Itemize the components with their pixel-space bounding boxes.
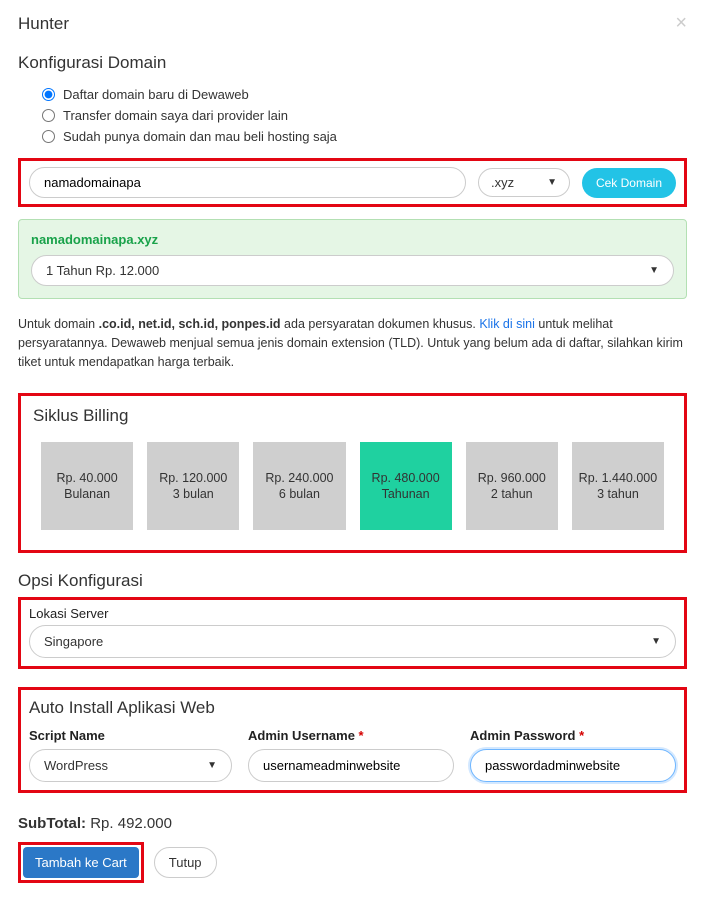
note-bold: .co.id, net.id, sch.id, ponpes.id	[99, 317, 281, 331]
domain-radio-group: Daftar domain baru di Dewaweb Transfer d…	[18, 87, 687, 144]
chevron-down-icon: ▼	[547, 177, 557, 188]
admin-password-label: Admin Password *	[470, 728, 676, 743]
cycle-monthly[interactable]: Rp. 40.000 Bulanan	[41, 442, 133, 530]
domain-name-input[interactable]	[29, 167, 466, 198]
auto-install-heading: Auto Install Aplikasi Web	[29, 698, 676, 718]
radio-label: Transfer domain saya dari provider lain	[63, 108, 288, 123]
cycle-period: 3 tahun	[597, 487, 639, 501]
admin-username-input[interactable]	[248, 749, 454, 782]
footer-actions: Tambah ke Cart Tutup	[18, 842, 687, 883]
domain-search-row-highlight: .xyz ▼ Cek Domain	[18, 158, 687, 207]
close-icon[interactable]: ×	[675, 12, 687, 35]
domain-period-select[interactable]: 1 Tahun Rp. 12.000 ▼	[31, 255, 674, 286]
auto-install-highlight: Auto Install Aplikasi Web Script Name Wo…	[18, 687, 687, 793]
radio-label: Sudah punya domain dan mau beli hosting …	[63, 129, 337, 144]
auto-install-row: Script Name WordPress ▼ Admin Username *…	[29, 728, 676, 782]
cycle-price: Rp. 120.000	[159, 471, 227, 485]
required-star: *	[359, 728, 364, 743]
domain-result-box: namadomainapa.xyz 1 Tahun Rp. 12.000 ▼	[18, 219, 687, 299]
admin-password-input[interactable]	[470, 749, 676, 782]
opsi-heading: Opsi Konfigurasi	[18, 571, 687, 591]
server-location-highlight: Lokasi Server Singapore ▼	[18, 597, 687, 669]
subtotal-value: Rp. 492.000	[90, 815, 172, 832]
cycle-price: Rp. 240.000	[265, 471, 333, 485]
cycle-price: Rp. 960.000	[478, 471, 546, 485]
billing-heading: Siklus Billing	[33, 406, 672, 426]
server-location-label: Lokasi Server	[29, 606, 676, 621]
script-name-select[interactable]: WordPress ▼	[29, 749, 232, 782]
checkout-modal: Hunter × Konfigurasi Domain Daftar domai…	[0, 0, 705, 901]
script-name-value: WordPress	[44, 758, 108, 773]
radio-register-new[interactable]: Daftar domain baru di Dewaweb	[42, 87, 687, 102]
subtotal-label: SubTotal:	[18, 815, 86, 832]
username-col: Admin Username *	[248, 728, 454, 782]
domain-result-name: namadomainapa.xyz	[31, 232, 674, 247]
script-col: Script Name WordPress ▼	[29, 728, 232, 782]
chevron-down-icon: ▼	[649, 265, 659, 276]
server-location-select[interactable]: Singapore ▼	[29, 625, 676, 658]
subtotal-row: SubTotal: Rp. 492.000	[18, 815, 687, 832]
cycle-price: Rp. 40.000	[57, 471, 118, 485]
modal-header: Hunter ×	[18, 12, 687, 35]
close-button[interactable]: Tutup	[154, 847, 217, 878]
cycle-6mo[interactable]: Rp. 240.000 6 bulan	[253, 442, 345, 530]
admin-username-label: Admin Username *	[248, 728, 454, 743]
chevron-down-icon: ▼	[651, 636, 661, 647]
radio-register-new-input[interactable]	[42, 88, 55, 101]
modal-title: Hunter	[18, 14, 69, 34]
server-location-value: Singapore	[44, 634, 103, 649]
cycle-2yr[interactable]: Rp. 960.000 2 tahun	[466, 442, 558, 530]
password-col: Admin Password *	[470, 728, 676, 782]
domain-search-row: .xyz ▼ Cek Domain	[29, 167, 676, 198]
domain-note: Untuk domain .co.id, net.id, sch.id, pon…	[18, 315, 687, 371]
script-name-label: Script Name	[29, 728, 232, 743]
note-text: Untuk domain	[18, 317, 99, 331]
chevron-down-icon: ▼	[207, 760, 217, 771]
radio-existing[interactable]: Sudah punya domain dan mau beli hosting …	[42, 129, 687, 144]
check-domain-button[interactable]: Cek Domain	[582, 168, 676, 198]
cycle-3yr[interactable]: Rp. 1.440.000 3 tahun	[572, 442, 664, 530]
radio-existing-input[interactable]	[42, 130, 55, 143]
domain-config-heading: Konfigurasi Domain	[18, 53, 687, 73]
radio-transfer[interactable]: Transfer domain saya dari provider lain	[42, 108, 687, 123]
add-to-cart-highlight: Tambah ke Cart	[18, 842, 144, 883]
billing-cycle-grid: Rp. 40.000 Bulanan Rp. 120.000 3 bulan Rp.…	[29, 434, 676, 544]
required-star: *	[579, 728, 584, 743]
cycle-yearly[interactable]: Rp. 480.000 Tahunan	[360, 442, 452, 530]
radio-transfer-input[interactable]	[42, 109, 55, 122]
cycle-price: Rp. 480.000	[372, 471, 440, 485]
cycle-period: 6 bulan	[279, 487, 320, 501]
tld-select[interactable]: .xyz ▼	[478, 168, 570, 197]
note-link[interactable]: Klik di sini	[479, 317, 535, 331]
note-text: ada persyaratan dokumen khusus.	[281, 317, 480, 331]
radio-label: Daftar domain baru di Dewaweb	[63, 87, 249, 102]
domain-period-value: 1 Tahun Rp. 12.000	[46, 263, 159, 278]
cycle-3mo[interactable]: Rp. 120.000 3 bulan	[147, 442, 239, 530]
cycle-period: 3 bulan	[173, 487, 214, 501]
cycle-price: Rp. 1.440.000	[579, 471, 658, 485]
tld-value: .xyz	[491, 175, 514, 190]
add-to-cart-button[interactable]: Tambah ke Cart	[23, 847, 139, 878]
cycle-period: 2 tahun	[491, 487, 533, 501]
cycle-period: Tahunan	[382, 487, 430, 501]
cycle-period: Bulanan	[64, 487, 110, 501]
billing-section-highlight: Siklus Billing Rp. 40.000 Bulanan Rp. 120…	[18, 393, 687, 553]
